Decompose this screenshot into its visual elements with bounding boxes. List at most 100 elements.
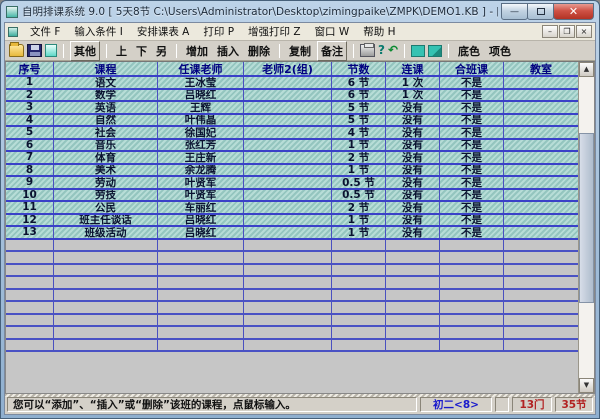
mdi-restore-button[interactable]: ❐ (559, 25, 575, 38)
table-cell[interactable]: 不是 (440, 190, 504, 201)
new-file-icon[interactable] (45, 44, 57, 57)
table-cell[interactable] (440, 240, 504, 251)
scroll-down-button[interactable]: ▼ (579, 378, 594, 393)
table-cell[interactable]: 音乐 (54, 140, 158, 151)
vertical-scrollbar[interactable]: ▲ ▼ (578, 62, 594, 393)
table-row[interactable]: 5社会徐国妃4 节没有不是 (6, 127, 578, 140)
table-cell[interactable]: 不是 (440, 227, 504, 238)
item-color-button[interactable]: 项色 (486, 42, 514, 60)
note-button[interactable]: 备注 (317, 41, 347, 61)
table-cell[interactable] (440, 265, 504, 276)
copy-button[interactable]: 复制 (286, 42, 314, 60)
table-cell[interactable]: 不是 (440, 165, 504, 176)
table-cell[interactable] (54, 240, 158, 251)
table-cell[interactable]: 叶贤军 (158, 190, 244, 201)
table-cell[interactable] (386, 240, 440, 251)
table-cell[interactable] (244, 127, 332, 138)
table-cell[interactable] (158, 240, 244, 251)
table-row[interactable]: 4自然叶伟晶5 节没有不是 (6, 115, 578, 128)
table-cell[interactable]: 吕晓红 (158, 90, 244, 101)
table-cell[interactable] (158, 302, 244, 313)
table-row[interactable]: 13班级活动吕晓红1 节没有不是 (6, 227, 578, 240)
table-row[interactable]: 6音乐张红芳1 节没有不是 (6, 140, 578, 153)
table-cell[interactable] (332, 265, 386, 276)
table-cell[interactable] (504, 227, 578, 238)
table-cell[interactable]: 10 (6, 190, 54, 201)
table-cell[interactable]: 不是 (440, 102, 504, 113)
table-cell[interactable] (158, 290, 244, 301)
table-cell[interactable] (244, 252, 332, 263)
table-cell[interactable]: 王辉 (158, 102, 244, 113)
table-cell[interactable] (440, 277, 504, 288)
open-file-icon[interactable] (9, 44, 24, 57)
table-cell[interactable] (6, 265, 54, 276)
table-cell[interactable]: 没有 (386, 177, 440, 188)
table-cell[interactable]: 公民 (54, 202, 158, 213)
table-cell[interactable] (440, 252, 504, 263)
table-cell[interactable]: 没有 (386, 127, 440, 138)
table-cell[interactable]: 8 (6, 165, 54, 176)
menu-enhanced-print[interactable]: 增强打印 Z (242, 23, 307, 40)
table-cell[interactable] (244, 277, 332, 288)
table-cell[interactable] (158, 252, 244, 263)
table-cell[interactable] (244, 77, 332, 88)
table-cell[interactable] (158, 265, 244, 276)
table-cell[interactable] (244, 152, 332, 163)
table-row[interactable]: 9劳动叶贤军0.5 节没有不是 (6, 177, 578, 190)
table-cell[interactable]: 不是 (440, 215, 504, 226)
table-cell[interactable]: 吕晓红 (158, 215, 244, 226)
item-color-swatch-icon[interactable] (428, 45, 442, 57)
table-cell[interactable]: 英语 (54, 102, 158, 113)
table-cell[interactable]: 6 节 (332, 90, 386, 101)
table-cell[interactable] (504, 265, 578, 276)
empty-table-row[interactable] (6, 252, 578, 265)
save-as-button[interactable]: 另 (153, 42, 170, 60)
table-cell[interactable]: 11 (6, 202, 54, 213)
table-cell[interactable] (6, 302, 54, 313)
table-cell[interactable]: 美术 (54, 165, 158, 176)
table-cell[interactable] (386, 315, 440, 326)
table-cell[interactable] (504, 115, 578, 126)
table-cell[interactable] (54, 290, 158, 301)
table-cell[interactable] (504, 240, 578, 251)
table-cell[interactable] (504, 90, 578, 101)
table-cell[interactable] (504, 102, 578, 113)
table-cell[interactable] (440, 340, 504, 351)
table-cell[interactable]: 4 (6, 115, 54, 126)
table-cell[interactable]: 吕晓红 (158, 227, 244, 238)
table-cell[interactable] (54, 340, 158, 351)
table-cell[interactable]: 0.5 节 (332, 177, 386, 188)
table-cell[interactable]: 不是 (440, 202, 504, 213)
table-cell[interactable]: 车丽红 (158, 202, 244, 213)
table-cell[interactable]: 没有 (386, 190, 440, 201)
table-row[interactable]: 11公民车丽红2 节没有不是 (6, 202, 578, 215)
table-cell[interactable] (332, 290, 386, 301)
table-cell[interactable] (244, 302, 332, 313)
table-cell[interactable]: 叶伟晶 (158, 115, 244, 126)
table-cell[interactable]: 张红芳 (158, 140, 244, 151)
table-cell[interactable] (504, 215, 578, 226)
table-row[interactable]: 3英语王辉5 节没有不是 (6, 102, 578, 115)
table-cell[interactable]: 2 节 (332, 152, 386, 163)
table-cell[interactable]: 0.5 节 (332, 190, 386, 201)
up-button[interactable]: 上 (113, 42, 130, 60)
table-cell[interactable] (386, 290, 440, 301)
table-cell[interactable] (504, 302, 578, 313)
table-cell[interactable] (6, 290, 54, 301)
other-button[interactable]: 其他 (70, 41, 100, 61)
empty-table-row[interactable] (6, 302, 578, 315)
table-cell[interactable] (54, 327, 158, 338)
table-cell[interactable]: 5 (6, 127, 54, 138)
save-icon[interactable] (27, 44, 42, 57)
empty-table-row[interactable] (6, 340, 578, 353)
table-cell[interactable] (158, 340, 244, 351)
print-icon[interactable] (360, 44, 375, 57)
table-cell[interactable] (504, 165, 578, 176)
table-cell[interactable] (244, 265, 332, 276)
table-cell[interactable]: 13 (6, 227, 54, 238)
table-cell[interactable] (504, 277, 578, 288)
table-cell[interactable] (244, 165, 332, 176)
table-cell[interactable] (504, 327, 578, 338)
table-cell[interactable] (244, 290, 332, 301)
table-cell[interactable]: 没有 (386, 140, 440, 151)
